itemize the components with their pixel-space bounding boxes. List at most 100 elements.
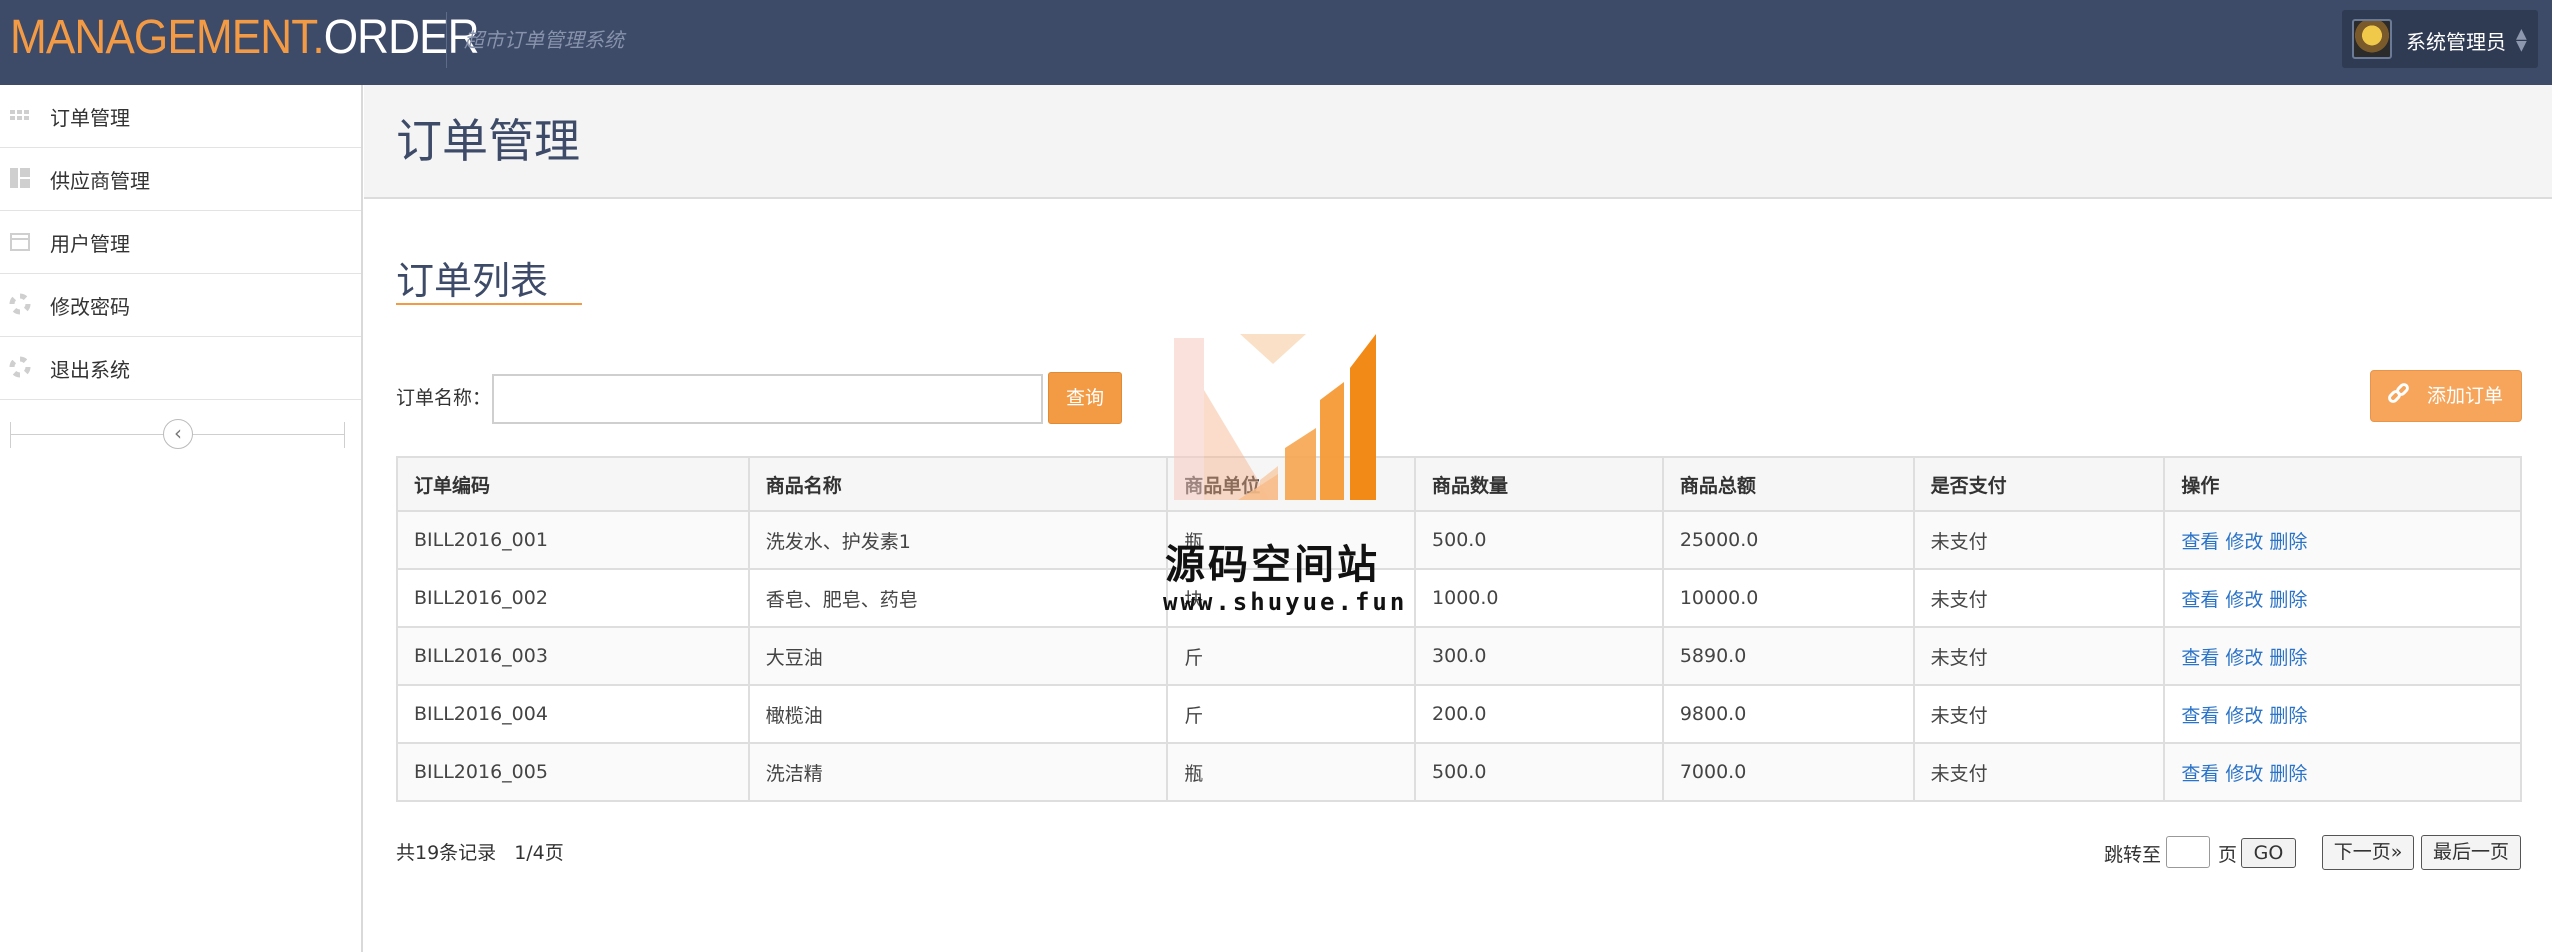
sidebar-item-label: 修改密码 [50, 294, 130, 319]
link-icon [2387, 371, 2411, 440]
sidebar-item-change-password[interactable]: 修改密码 [0, 274, 361, 337]
column-header: 操作 [2163, 456, 2522, 512]
payment-status: 未支付 [1912, 568, 2166, 628]
sidebar-item-logout[interactable]: 退出系统 [0, 337, 361, 400]
section-underline [396, 303, 582, 305]
chevron-left-icon[interactable]: ‹ [163, 419, 193, 449]
row-actions: 查看 修改 删除 [2163, 742, 2522, 802]
add-order-label: 添加订单 [2427, 385, 2504, 407]
view-link[interactable]: 查看 [2181, 705, 2219, 727]
lifebuoy-icon [8, 293, 32, 317]
delete-link[interactable]: 删除 [2269, 763, 2307, 785]
sidebar-item-orders[interactable]: 订单管理 [0, 85, 361, 148]
view-link[interactable]: 查看 [2181, 647, 2219, 669]
user-name: 系统管理员 [2406, 30, 2506, 54]
add-order-button[interactable]: 添加订单 [2370, 370, 2522, 422]
sidebar-item-label: 退出系统 [50, 357, 130, 382]
order-name-input[interactable] [492, 374, 1043, 424]
row-actions: 查看 修改 删除 [2163, 626, 2522, 686]
order-code: BILL2016_004 [396, 684, 750, 744]
product-name: 洗洁精 [747, 742, 1169, 802]
column-header: 商品数量 [1414, 456, 1664, 512]
column-header: 是否支付 [1912, 456, 2166, 512]
brand-divider [446, 12, 447, 68]
payment-status: 未支付 [1912, 626, 2166, 686]
delete-link[interactable]: 删除 [2269, 705, 2307, 727]
product-unit: 瓶 [1166, 742, 1417, 802]
sidebar-collapse-row: ‹ [0, 400, 361, 470]
search-button[interactable]: 查询 [1048, 372, 1122, 424]
payment-status: 未支付 [1912, 684, 2166, 744]
edit-link[interactable]: 修改 [2225, 647, 2263, 669]
payment-status: 未支付 [1912, 742, 2166, 802]
page-title: 订单管理 [396, 114, 580, 168]
sidebar-item-label: 用户管理 [50, 231, 130, 256]
column-header: 商品总额 [1661, 456, 1915, 512]
product-name: 橄榄油 [747, 684, 1169, 744]
column-header: 商品名称 [747, 456, 1169, 512]
product-total: 7000.0 [1661, 742, 1915, 802]
section-title: 订单列表 [396, 259, 549, 303]
edit-link[interactable]: 修改 [2225, 763, 2263, 785]
order-code: BILL2016_003 [396, 626, 750, 686]
product-unit: 斤 [1166, 626, 1417, 686]
brand-logo: MANAGEMENT.ORDER [10, 8, 480, 68]
next-page-button[interactable]: 下一页» [2322, 835, 2414, 870]
edit-link[interactable]: 修改 [2225, 531, 2263, 553]
product-total: 25000.0 [1661, 510, 1915, 570]
product-quantity: 200.0 [1414, 684, 1664, 744]
sidebar-item-suppliers[interactable]: 供应商管理 [0, 148, 361, 211]
delete-link[interactable]: 删除 [2269, 589, 2307, 611]
jump-label: 跳转至 [2104, 844, 2162, 866]
view-link[interactable]: 查看 [2181, 763, 2219, 785]
payment-status: 未支付 [1912, 510, 2166, 570]
delete-link[interactable]: 删除 [2269, 647, 2307, 669]
product-name: 香皂、肥皂、药皂 [747, 568, 1169, 628]
row-actions: 查看 修改 删除 [2163, 684, 2522, 744]
system-subtitle: 超市订单管理系统 [464, 28, 624, 52]
table-row: BILL2016_002 香皂、肥皂、药皂 块 1000.0 10000.0 未… [396, 568, 2522, 628]
user-menu[interactable]: 系统管理员 ▲ ▼ [2342, 10, 2538, 68]
watermark-url: www.shuyue.fun [1163, 588, 1408, 616]
row-actions: 查看 修改 删除 [2163, 568, 2522, 628]
order-code: BILL2016_005 [396, 742, 750, 802]
product-name: 大豆油 [747, 626, 1169, 686]
product-quantity: 1000.0 [1414, 568, 1664, 628]
record-info: 共19条记录 1/4页 [396, 838, 582, 865]
brand-part-order: ORDER [323, 11, 480, 64]
page-header: 订单管理 [364, 85, 2552, 199]
sidebar: 订单管理 供应商管理 用户管理 修改密码 退出系统 ‹ [0, 85, 363, 952]
row-actions: 查看 修改 删除 [2163, 510, 2522, 570]
sidebar-item-label: 供应商管理 [50, 168, 150, 193]
avatar [2352, 19, 2392, 59]
product-total: 9800.0 [1661, 684, 1915, 744]
view-link[interactable]: 查看 [2181, 589, 2219, 611]
calendar-icon [8, 230, 32, 254]
product-quantity: 500.0 [1414, 510, 1664, 570]
orders-table: 订单编码 商品名称 商品单位 商品数量 商品总额 是否支付 操作 BILL201… [396, 456, 2522, 802]
sidebar-item-users[interactable]: 用户管理 [0, 211, 361, 274]
last-page-button[interactable]: 最后一页 [2421, 835, 2521, 870]
lifebuoy-icon [8, 356, 32, 380]
table-row: BILL2016_005 洗洁精 瓶 500.0 7000.0 未支付 查看 修改… [396, 742, 2522, 802]
order-code: BILL2016_002 [396, 568, 750, 628]
order-code: BILL2016_001 [396, 510, 750, 570]
table-row: BILL2016_004 橄榄油 斤 200.0 9800.0 未支付 查看 修改… [396, 684, 2522, 744]
total-records: 共19条记录 [396, 842, 497, 864]
view-link[interactable]: 查看 [2181, 531, 2219, 553]
watermark-text: 源码空间站 [1165, 542, 1380, 588]
sort-caret-icon: ▲ ▼ [2516, 26, 2527, 54]
search-label: 订单名称： [396, 387, 492, 409]
product-total: 5890.0 [1661, 626, 1915, 686]
delete-link[interactable]: 删除 [2269, 531, 2307, 553]
jump-page-input[interactable] [2166, 836, 2210, 868]
edit-link[interactable]: 修改 [2225, 705, 2263, 727]
table-row: BILL2016_001 洗发水、护发素1 瓶 500.0 25000.0 未支… [396, 510, 2522, 570]
page-info: 1/4页 [514, 842, 564, 864]
go-button[interactable]: GO [2241, 838, 2296, 868]
sidebar-item-label: 订单管理 [50, 105, 130, 130]
brand-part-management: MANAGEMENT. [10, 11, 325, 64]
edit-link[interactable]: 修改 [2225, 589, 2263, 611]
product-total: 10000.0 [1661, 568, 1915, 628]
product-unit: 斤 [1166, 684, 1417, 744]
